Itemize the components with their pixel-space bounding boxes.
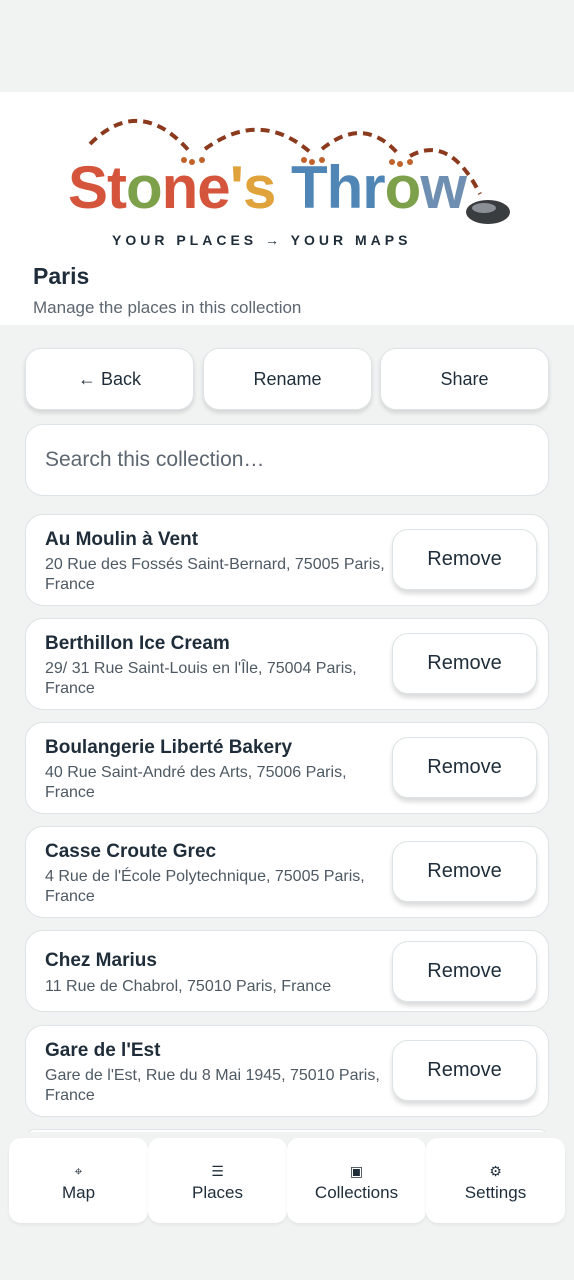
- place-card: Casse Croute Grec 4 Rue de l'École Polyt…: [25, 826, 549, 918]
- place-address: 20 Rue des Fossés Saint-Bernard, 75005 P…: [45, 556, 385, 593]
- place-address: 29/ 31 Rue Saint-Louis en l'Île, 75004 P…: [45, 660, 357, 697]
- page-subtitle: Manage the places in this collection: [33, 298, 302, 317]
- place-name: Berthillon Ice Cream: [45, 633, 230, 654]
- logo-tagline: YOUR PLACES → YOUR MAPS: [112, 232, 412, 248]
- place-address: Gare de l'Est, Rue du 8 Mai 1945, 75010 …: [45, 1067, 380, 1104]
- nav-item-places[interactable]: ☰ Places: [148, 1138, 287, 1223]
- remove-button[interactable]: Remove: [392, 841, 537, 902]
- nav-label-settings: Settings: [464, 1183, 527, 1202]
- back-button[interactable]: ← Back: [25, 348, 194, 410]
- place-name: Chez Marius: [45, 950, 157, 971]
- nav-item-settings[interactable]: ⚙ Settings: [426, 1138, 565, 1223]
- nav-label-collections: Collections: [314, 1183, 399, 1202]
- place-address: 11 Rue de Chabrol, 75010 Paris, France: [45, 978, 332, 995]
- crosshair-icon: ⌖: [74, 1163, 83, 1179]
- place-name: Boulangerie Liberté Bakery: [45, 737, 293, 758]
- logo-wordmark: Stone's Throw: [68, 154, 467, 221]
- place-name: Casse Croute Grec: [45, 841, 217, 862]
- nav-label-places: Places: [191, 1183, 244, 1202]
- list-icon: ☰: [211, 1163, 224, 1179]
- stones-throw-logo: Stone's Throw YOUR PLACES → YOUR MAPS: [60, 104, 520, 252]
- remove-button[interactable]: Remove: [392, 633, 537, 694]
- bottom-navigation: ⌖ Map ☰ Places ▣ Collections ⚙ Settings: [0, 1132, 574, 1230]
- page-title: Paris: [33, 263, 90, 289]
- collection-square-icon: ▣: [349, 1163, 364, 1179]
- search-input[interactable]: Search this collection…: [25, 424, 549, 496]
- place-card: Berthillon Ice Cream 29/ 31 Rue Saint-Lo…: [25, 618, 549, 710]
- place-card: Boulangerie Liberté Bakery 40 Rue Saint-…: [25, 722, 549, 814]
- status-bar-area: [0, 0, 574, 92]
- remove-button[interactable]: Remove: [392, 737, 537, 798]
- place-name: Gare de l'Est: [45, 1040, 161, 1061]
- place-address: 40 Rue Saint-André des Arts, 75006 Paris…: [45, 764, 347, 801]
- remove-button[interactable]: Remove: [392, 529, 537, 590]
- nav-item-collections[interactable]: ▣ Collections: [287, 1138, 426, 1223]
- place-card: Chez Marius 11 Rue de Chabrol, 75010 Par…: [25, 930, 549, 1012]
- gear-icon: ⚙: [489, 1163, 502, 1179]
- place-address: 4 Rue de l'École Polytechnique, 75005 Pa…: [45, 868, 365, 905]
- rename-button[interactable]: Rename: [203, 348, 372, 410]
- place-card: Gare de l'Est Gare de l'Est, Rue du 8 Ma…: [25, 1025, 549, 1117]
- remove-button[interactable]: Remove: [392, 941, 537, 1002]
- remove-button[interactable]: Remove: [392, 1040, 537, 1101]
- share-button[interactable]: Share: [380, 348, 549, 410]
- place-name: Au Moulin à Vent: [45, 529, 199, 550]
- system-gesture-area: [0, 1230, 574, 1280]
- nav-label-map: Map: [61, 1183, 96, 1202]
- place-card: Au Moulin à Vent 20 Rue des Fossés Saint…: [25, 514, 549, 606]
- nav-item-map[interactable]: ⌖ Map: [9, 1138, 148, 1223]
- app-header: Stone's Throw YOUR PLACES → YOUR MAPS Pa…: [0, 92, 574, 325]
